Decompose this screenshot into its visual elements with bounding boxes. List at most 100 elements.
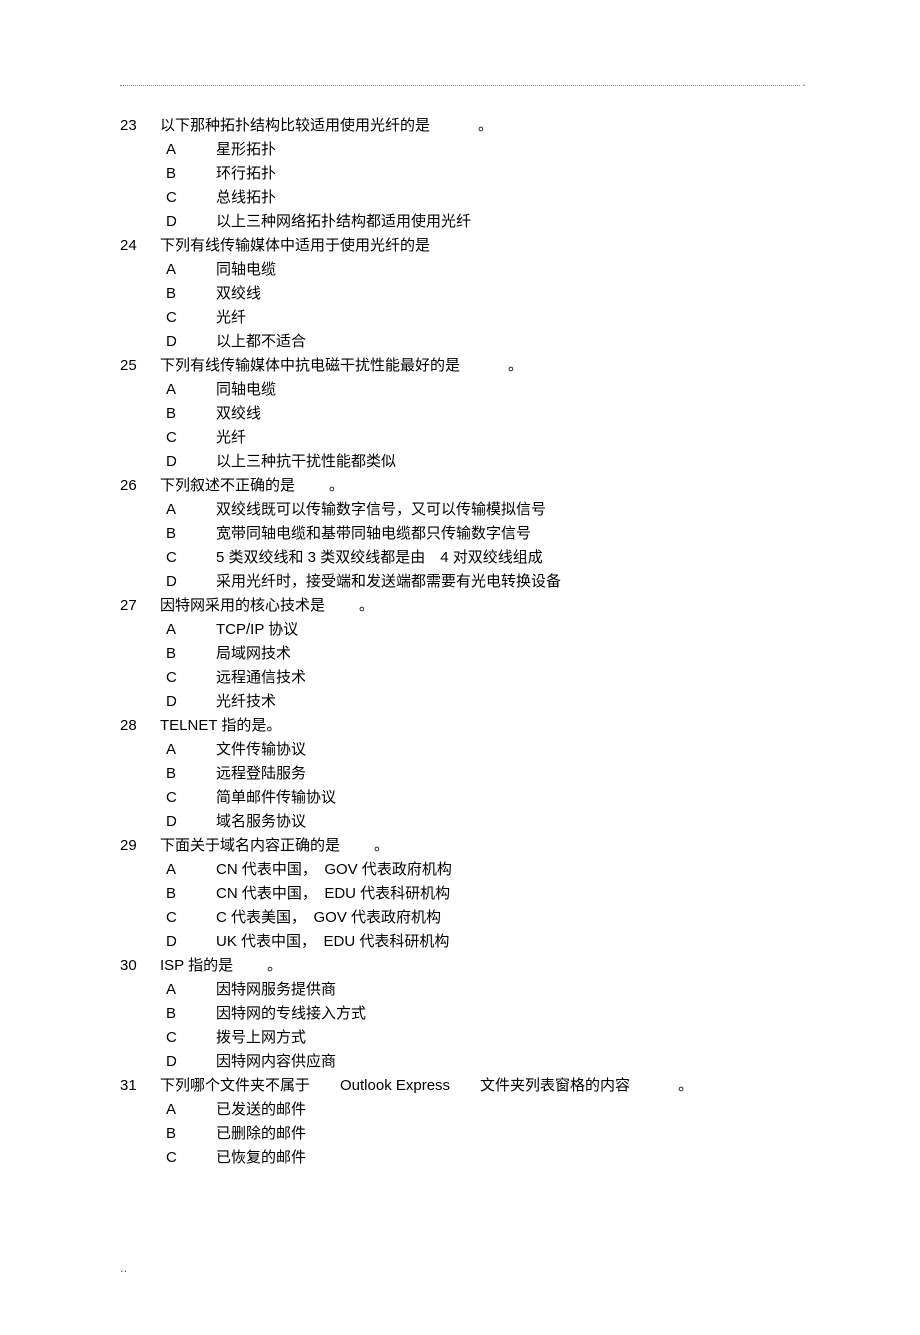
choice-row: B远程登陆服务 xyxy=(120,762,800,786)
question-stem: 下列有线传输媒体中适用于使用光纤的是 xyxy=(160,234,800,258)
choice-row: B局域网技术 xyxy=(120,642,800,666)
question-number: 27 xyxy=(120,594,160,618)
question-row: 29下面关于域名内容正确的是。 xyxy=(120,834,800,858)
choice-row: B双绞线 xyxy=(120,282,800,306)
question-number: 23 xyxy=(120,114,160,138)
choice-text: 环行拓扑 xyxy=(216,162,800,186)
question-row: 24下列有线传输媒体中适用于使用光纤的是 xyxy=(120,234,800,258)
stem-text: TELNET 指的是。 xyxy=(160,717,281,734)
question-number: 26 xyxy=(120,474,160,498)
stem-punct: 。 xyxy=(478,117,493,134)
choice-letter: D xyxy=(160,330,216,354)
choice-text: 远程登陆服务 xyxy=(216,762,800,786)
stem-punct: 。 xyxy=(374,837,389,854)
choice-text: 总线拓扑 xyxy=(216,186,800,210)
choice-row: A星形拓扑 xyxy=(120,138,800,162)
choice-row: D因特网内容供应商 xyxy=(120,1050,800,1074)
choice-row: C光纤 xyxy=(120,426,800,450)
choice-text: 已恢复的邮件 xyxy=(216,1146,800,1170)
choice-letter: A xyxy=(160,138,216,162)
question-stem: 因特网采用的核心技术是 。 xyxy=(160,594,800,618)
choice-text: 因特网内容供应商 xyxy=(216,1050,800,1074)
choice-letter: B xyxy=(160,402,216,426)
stem-text: 下列有线传输媒体中抗电磁干扰性能最好的是 xyxy=(160,357,460,374)
choice-letter: D xyxy=(160,450,216,474)
choice-row: B环行拓扑 xyxy=(120,162,800,186)
choice-text: 同轴电缆 xyxy=(216,258,800,282)
choice-text: 简单邮件传输协议 xyxy=(216,786,800,810)
choice-text: CN 代表中国， GOV 代表政府机构 xyxy=(216,858,800,882)
choice-letter: A xyxy=(160,498,216,522)
choice-row: A文件传输协议 xyxy=(120,738,800,762)
choice-row: A因特网服务提供商 xyxy=(120,978,800,1002)
choice-letter: A xyxy=(160,618,216,642)
stem-text: 因特网采用的核心技术是 xyxy=(160,597,325,614)
choice-row: DUK 代表中国， EDU 代表科研机构 xyxy=(120,930,800,954)
stem-punct: 。 xyxy=(329,477,344,494)
choice-text: CN 代表中国， EDU 代表科研机构 xyxy=(216,882,800,906)
choice-row: B宽带同轴电缆和基带同轴电缆都只传输数字信号 xyxy=(120,522,800,546)
choice-letter: C xyxy=(160,426,216,450)
choice-text: 因特网的专线接入方式 xyxy=(216,1002,800,1026)
choice-text: 以上三种抗干扰性能都类似 xyxy=(216,450,800,474)
choice-row: ACN 代表中国， GOV 代表政府机构 xyxy=(120,858,800,882)
choice-letter: C xyxy=(160,666,216,690)
choice-row: CC 代表美国， GOV 代表政府机构 xyxy=(120,906,800,930)
choice-letter: C xyxy=(160,906,216,930)
choice-letter: B xyxy=(160,882,216,906)
question-row: 23以下那种拓扑结构比较适用使用光纤的是 。 xyxy=(120,114,800,138)
question-row: 30ISP 指的是。 xyxy=(120,954,800,978)
stem-text: 以下那种拓扑结构比较适用使用光纤的是 xyxy=(160,117,430,134)
question-number: 30 xyxy=(120,954,160,978)
choice-row: D以上都不适合 xyxy=(120,330,800,354)
question-row: 28TELNET 指的是。 xyxy=(120,714,800,738)
choice-letter: D xyxy=(160,690,216,714)
choice-text: 5 类双绞线和 3 类双绞线都是由 4 对双绞线组成 xyxy=(216,546,800,570)
choice-text: 光纤技术 xyxy=(216,690,800,714)
choice-text: C 代表美国， GOV 代表政府机构 xyxy=(216,906,800,930)
stem-punct: 。 xyxy=(359,597,374,614)
questions-block: 23以下那种拓扑结构比较适用使用光纤的是。A星形拓扑B环行拓扑C总线拓扑D以上三… xyxy=(120,114,800,1170)
question-number: 25 xyxy=(120,354,160,378)
document-page: 23以下那种拓扑结构比较适用使用光纤的是。A星形拓扑B环行拓扑C总线拓扑D以上三… xyxy=(0,0,920,1335)
question-number: 29 xyxy=(120,834,160,858)
choice-letter: C xyxy=(160,786,216,810)
choice-text: 以上都不适合 xyxy=(216,330,800,354)
choice-row: C拨号上网方式 xyxy=(120,1026,800,1050)
choice-letter: A xyxy=(160,978,216,1002)
choice-text: 文件传输协议 xyxy=(216,738,800,762)
stem-text: 下列有线传输媒体中适用于使用光纤的是 xyxy=(160,237,430,254)
choice-text: 远程通信技术 xyxy=(216,666,800,690)
stem-punct: 。 xyxy=(508,357,523,374)
question-row: 25下列有线传输媒体中抗电磁干扰性能最好的是 。 xyxy=(120,354,800,378)
choice-row: D以上三种抗干扰性能都类似 xyxy=(120,450,800,474)
choice-letter: B xyxy=(160,522,216,546)
choice-row: D光纤技术 xyxy=(120,690,800,714)
stem-punct: 。 xyxy=(678,1077,693,1094)
choice-text: 双绞线既可以传输数字信号，又可以传输模拟信号 xyxy=(216,498,800,522)
question-stem: 下列有线传输媒体中抗电磁干扰性能最好的是 。 xyxy=(160,354,800,378)
choice-row: D域名服务协议 xyxy=(120,810,800,834)
question-number: 31 xyxy=(120,1074,160,1098)
choice-letter: D xyxy=(160,210,216,234)
question-number: 24 xyxy=(120,234,160,258)
question-stem: TELNET 指的是。 xyxy=(160,714,800,738)
choice-text: 光纤 xyxy=(216,426,800,450)
stem-text: 下列叙述不正确的是 xyxy=(160,477,295,494)
question-number: 28 xyxy=(120,714,160,738)
choice-row: ATCP/IP 协议 xyxy=(120,618,800,642)
choice-letter: B xyxy=(160,1122,216,1146)
choice-row: C远程通信技术 xyxy=(120,666,800,690)
choice-text: 拨号上网方式 xyxy=(216,1026,800,1050)
choice-letter: D xyxy=(160,1050,216,1074)
choice-text: 同轴电缆 xyxy=(216,378,800,402)
choice-letter: A xyxy=(160,858,216,882)
choice-row: A同轴电缆 xyxy=(120,258,800,282)
choice-text: 因特网服务提供商 xyxy=(216,978,800,1002)
choice-text: 采用光纤时，接受端和发送端都需要有光电转换设备 xyxy=(216,570,800,594)
choice-row: C总线拓扑 xyxy=(120,186,800,210)
choice-letter: B xyxy=(160,162,216,186)
choice-text: 宽带同轴电缆和基带同轴电缆都只传输数字信号 xyxy=(216,522,800,546)
choice-text: 星形拓扑 xyxy=(216,138,800,162)
question-row: 26下列叙述不正确的是 。 xyxy=(120,474,800,498)
